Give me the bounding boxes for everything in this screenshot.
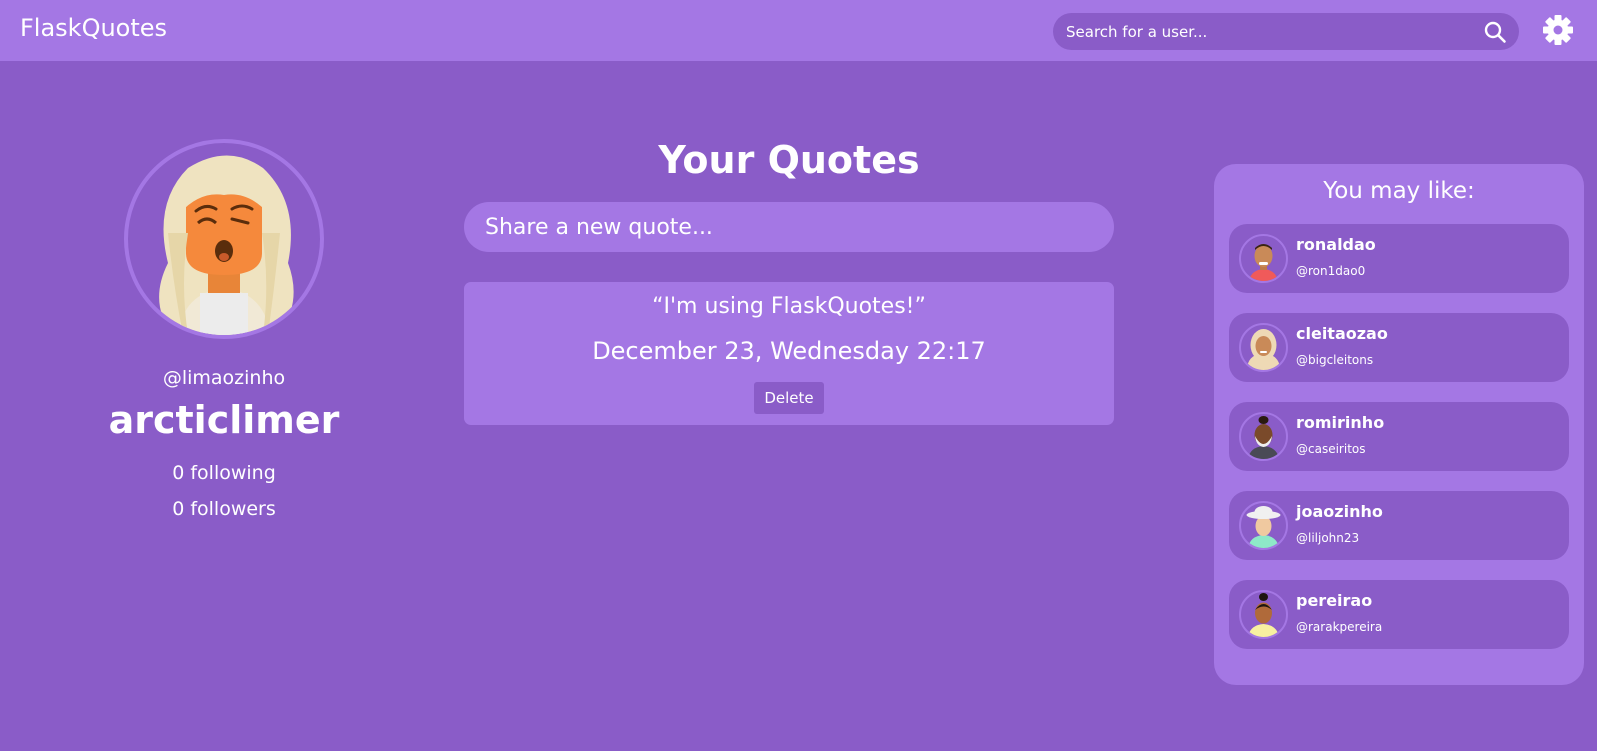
gear-icon[interactable] [1542,14,1574,46]
suggested-user-handle: @liljohn23 [1296,531,1360,545]
suggested-user-name: romirinho [1296,413,1385,432]
top-navbar: FlaskQuotes [0,0,1597,61]
user-avatar [1239,234,1288,283]
new-quote-input[interactable] [464,202,1114,252]
delete-quote-button[interactable]: Delete [754,382,824,414]
profile-handle: @limaozinho [162,367,286,389]
quote-date: December 23, Wednesday 22:17 [592,337,986,365]
quote-card: “I'm using FlaskQuotes!” December 23, We… [464,282,1114,425]
user-avatar [1239,323,1288,372]
suggested-user-name: joaozinho [1296,502,1383,521]
user-search-bar [1053,13,1519,50]
suggestions-title: You may like: [1323,178,1475,204]
suggested-user-handle: @ron1dao0 [1296,264,1366,278]
brand-logo-link[interactable]: FlaskQuotes [20,14,167,42]
profile-username: arcticlimer [108,398,340,442]
user-avatar [1239,412,1288,461]
suggested-user-name: cleitaozao [1296,324,1388,343]
suggested-user-card[interactable]: cleitaozao @bigcleitons [1229,313,1569,382]
user-avatar [1239,501,1288,550]
bearded-man-avatar-illustration [1248,416,1279,459]
suggested-user-card[interactable]: pereirao @rarakpereira [1229,580,1569,649]
profile-avatar [124,139,324,339]
suggested-user-card[interactable]: romirinho @caseiritos [1229,402,1569,471]
followers-count[interactable]: 0 followers [24,498,424,520]
suggested-user-card[interactable]: ronaldao @ron1dao0 [1229,224,1569,293]
hat-man-avatar-illustration [1246,506,1281,548]
suggested-user-name: ronaldao [1296,235,1376,254]
woman-avatar-illustration [159,155,294,335]
suggested-user-handle: @bigcleitons [1296,353,1374,367]
search-icon[interactable] [1483,20,1507,44]
suggested-user-card[interactable]: joaozinho @liljohn23 [1229,491,1569,560]
suggestions-panel: You may like: ronaldao @ron1dao0 cleitao… [1214,164,1584,685]
woman-bun-avatar-illustration [1248,593,1279,637]
suggested-user-handle: @rarakpereira [1296,620,1383,634]
page-title: Your Quotes [658,138,920,182]
suggested-user-name: pereirao [1296,591,1373,610]
suggested-user-handle: @caseiritos [1296,442,1366,456]
man-avatar-illustration [1249,244,1278,281]
user-avatar [1239,590,1288,639]
quote-text: “I'm using FlaskQuotes!” [652,294,926,319]
following-count[interactable]: 0 following [24,462,424,484]
woman-hijab-avatar-illustration [1247,329,1280,370]
user-search-input[interactable] [1053,13,1473,50]
